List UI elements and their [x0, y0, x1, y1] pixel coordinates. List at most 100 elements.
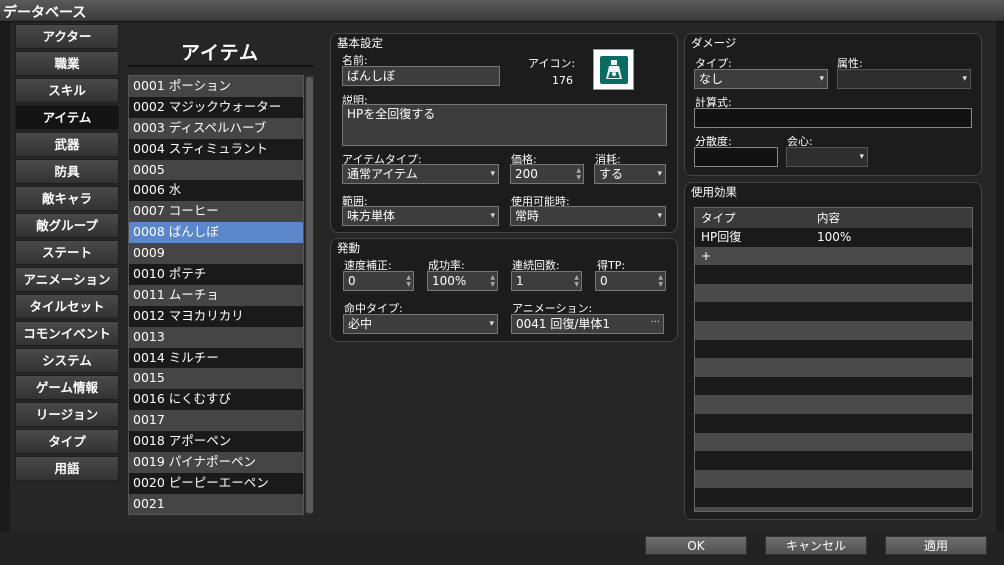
animation-value: 0041 回復/単体1: [516, 317, 611, 331]
item-list-row[interactable]: 0001 ポーション: [129, 76, 303, 97]
effects-table-header: タイプ 内容: [695, 208, 972, 228]
spinner-arrows-icon[interactable]: ▲ ▼: [574, 274, 579, 288]
damage-type-select[interactable]: なし: [694, 69, 828, 89]
table-row[interactable]: [695, 320, 972, 340]
item-list-row[interactable]: 0016 にくむすび: [129, 389, 303, 411]
category-button[interactable]: アクター: [15, 24, 119, 49]
table-row[interactable]: [695, 451, 972, 470]
item-list-row[interactable]: 0010 ポテチ: [129, 264, 303, 285]
item-list-row[interactable]: 0006 水: [129, 180, 303, 202]
table-row[interactable]: [695, 488, 972, 507]
ellipsis-icon[interactable]: ···: [650, 315, 660, 332]
repeat-spinner[interactable]: 1 ▲ ▼: [511, 271, 582, 291]
table-row[interactable]: HP回復 100%: [695, 228, 972, 247]
item-list-row[interactable]: 0019 パイナポーペン: [129, 452, 303, 473]
category-button[interactable]: アイテム: [15, 105, 119, 130]
title-bar: データベース: [0, 0, 1004, 22]
spinner-arrows-icon[interactable]: ▲ ▼: [406, 274, 411, 288]
window-title: データベース: [3, 5, 87, 21]
speed-spinner[interactable]: 0 ▲ ▼: [343, 271, 414, 291]
table-row[interactable]: [695, 265, 972, 284]
category-button[interactable]: 職業: [15, 51, 119, 76]
success-rate-value: 100%: [432, 274, 467, 288]
effects-table[interactable]: タイプ 内容 HP回復 100% +: [694, 207, 973, 512]
item-list-row[interactable]: 0003 ディスペルハーブ: [129, 117, 303, 139]
item-type-select[interactable]: 通常アイテム: [342, 164, 499, 184]
item-list-row[interactable]: 0008 ばんしぼ: [129, 222, 303, 244]
item-list-scrollbar[interactable]: [305, 75, 314, 515]
effect-type-cell: HP回復: [701, 230, 742, 244]
apply-button[interactable]: 適用: [885, 536, 987, 555]
item-list-row[interactable]: 0004 スティミュラント: [129, 138, 303, 160]
table-row[interactable]: [695, 302, 972, 321]
animation-picker[interactable]: 0041 回復/単体1 ···: [511, 314, 664, 334]
item-list[interactable]: 0001 ポーション 0002 マジックウォーター 0003 ディスペルハーブ 000…: [128, 75, 304, 515]
item-list-row[interactable]: 0002 マジックウォーター: [129, 96, 303, 118]
category-button[interactable]: コモンイベント: [15, 321, 119, 346]
item-list-row[interactable]: 0021: [129, 493, 303, 514]
spinner-arrows-icon[interactable]: ▲ ▼: [658, 274, 663, 288]
table-row[interactable]: +: [695, 246, 972, 266]
item-list-row[interactable]: 0013: [129, 326, 303, 348]
speed-value: 0: [348, 274, 356, 288]
item-list-row[interactable]: 0014 ミルチー: [129, 347, 303, 369]
price-spinner[interactable]: 200 ▲ ▼: [510, 164, 584, 184]
item-list-row[interactable]: 0005: [129, 159, 303, 181]
effect-content-cell: 100%: [817, 230, 852, 244]
ok-button[interactable]: OK: [645, 536, 747, 555]
element-select[interactable]: [837, 69, 971, 89]
name-field[interactable]: ばんしぼ: [342, 66, 500, 86]
category-button[interactable]: 敵グループ: [15, 213, 119, 238]
category-button[interactable]: 防具: [15, 159, 119, 184]
table-row[interactable]: [695, 283, 972, 303]
table-row[interactable]: [695, 358, 972, 377]
effect-type-cell: +: [701, 248, 712, 263]
tp-gain-spinner[interactable]: 0 ▲ ▼: [595, 271, 666, 291]
category-button[interactable]: ステート: [15, 240, 119, 265]
icon-label: アイコン:: [528, 57, 576, 70]
table-row[interactable]: [695, 506, 972, 511]
category-button[interactable]: 武器: [15, 132, 119, 157]
spinner-arrows-icon[interactable]: ▲ ▼: [576, 167, 581, 181]
variance-field[interactable]: [694, 147, 778, 167]
category-button[interactable]: タイルセット: [15, 294, 119, 319]
table-row[interactable]: [695, 376, 972, 396]
potion-icon: [599, 55, 628, 84]
cancel-button[interactable]: キャンセル: [765, 536, 867, 555]
table-row[interactable]: [695, 469, 972, 489]
category-button[interactable]: システム: [15, 348, 119, 373]
category-button[interactable]: リージョン: [15, 402, 119, 427]
item-list-row[interactable]: 0007 コーヒー: [129, 201, 303, 223]
item-list-row[interactable]: 0011 ムーチョ: [129, 284, 303, 306]
category-button[interactable]: スキル: [15, 78, 119, 103]
critical-select[interactable]: [786, 147, 868, 167]
scrollbar-thumb[interactable]: [306, 77, 313, 513]
item-list-row[interactable]: 0009: [129, 243, 303, 265]
category-button[interactable]: 用語: [15, 456, 119, 481]
category-button[interactable]: ゲーム情報: [15, 375, 119, 400]
success-rate-spinner[interactable]: 100% ▲ ▼: [427, 271, 498, 291]
category-button[interactable]: タイプ: [15, 429, 119, 454]
category-button[interactable]: 敵キャラ: [15, 186, 119, 211]
category-button[interactable]: アニメーション: [15, 267, 119, 292]
table-row[interactable]: [695, 395, 972, 414]
table-row[interactable]: [695, 339, 972, 359]
consume-select[interactable]: する: [594, 164, 666, 184]
table-row[interactable]: [695, 413, 972, 433]
group-title: 使用効果: [691, 185, 737, 199]
item-list-row[interactable]: 0017: [129, 410, 303, 432]
formula-field[interactable]: [694, 108, 972, 128]
item-list-row[interactable]: 0020 ピーピーエーペン: [129, 472, 303, 494]
hit-type-select[interactable]: 必中: [343, 314, 498, 334]
item-list-row[interactable]: 0012 マヨカリカリ: [129, 305, 303, 327]
group-title: 発動: [337, 241, 360, 255]
description-field[interactable]: HPを全回復する: [342, 104, 667, 146]
item-list-row[interactable]: 0015: [129, 368, 303, 390]
item-list-row[interactable]: 0018 アポーペン: [129, 431, 303, 453]
table-row[interactable]: [695, 432, 972, 452]
icon-preview[interactable]: [593, 49, 634, 90]
item-list-heading: アイテム: [180, 42, 260, 64]
scope-select[interactable]: 味方単体: [342, 206, 499, 226]
spinner-arrows-icon[interactable]: ▲ ▼: [490, 274, 495, 288]
occasion-select[interactable]: 常時: [510, 206, 666, 226]
